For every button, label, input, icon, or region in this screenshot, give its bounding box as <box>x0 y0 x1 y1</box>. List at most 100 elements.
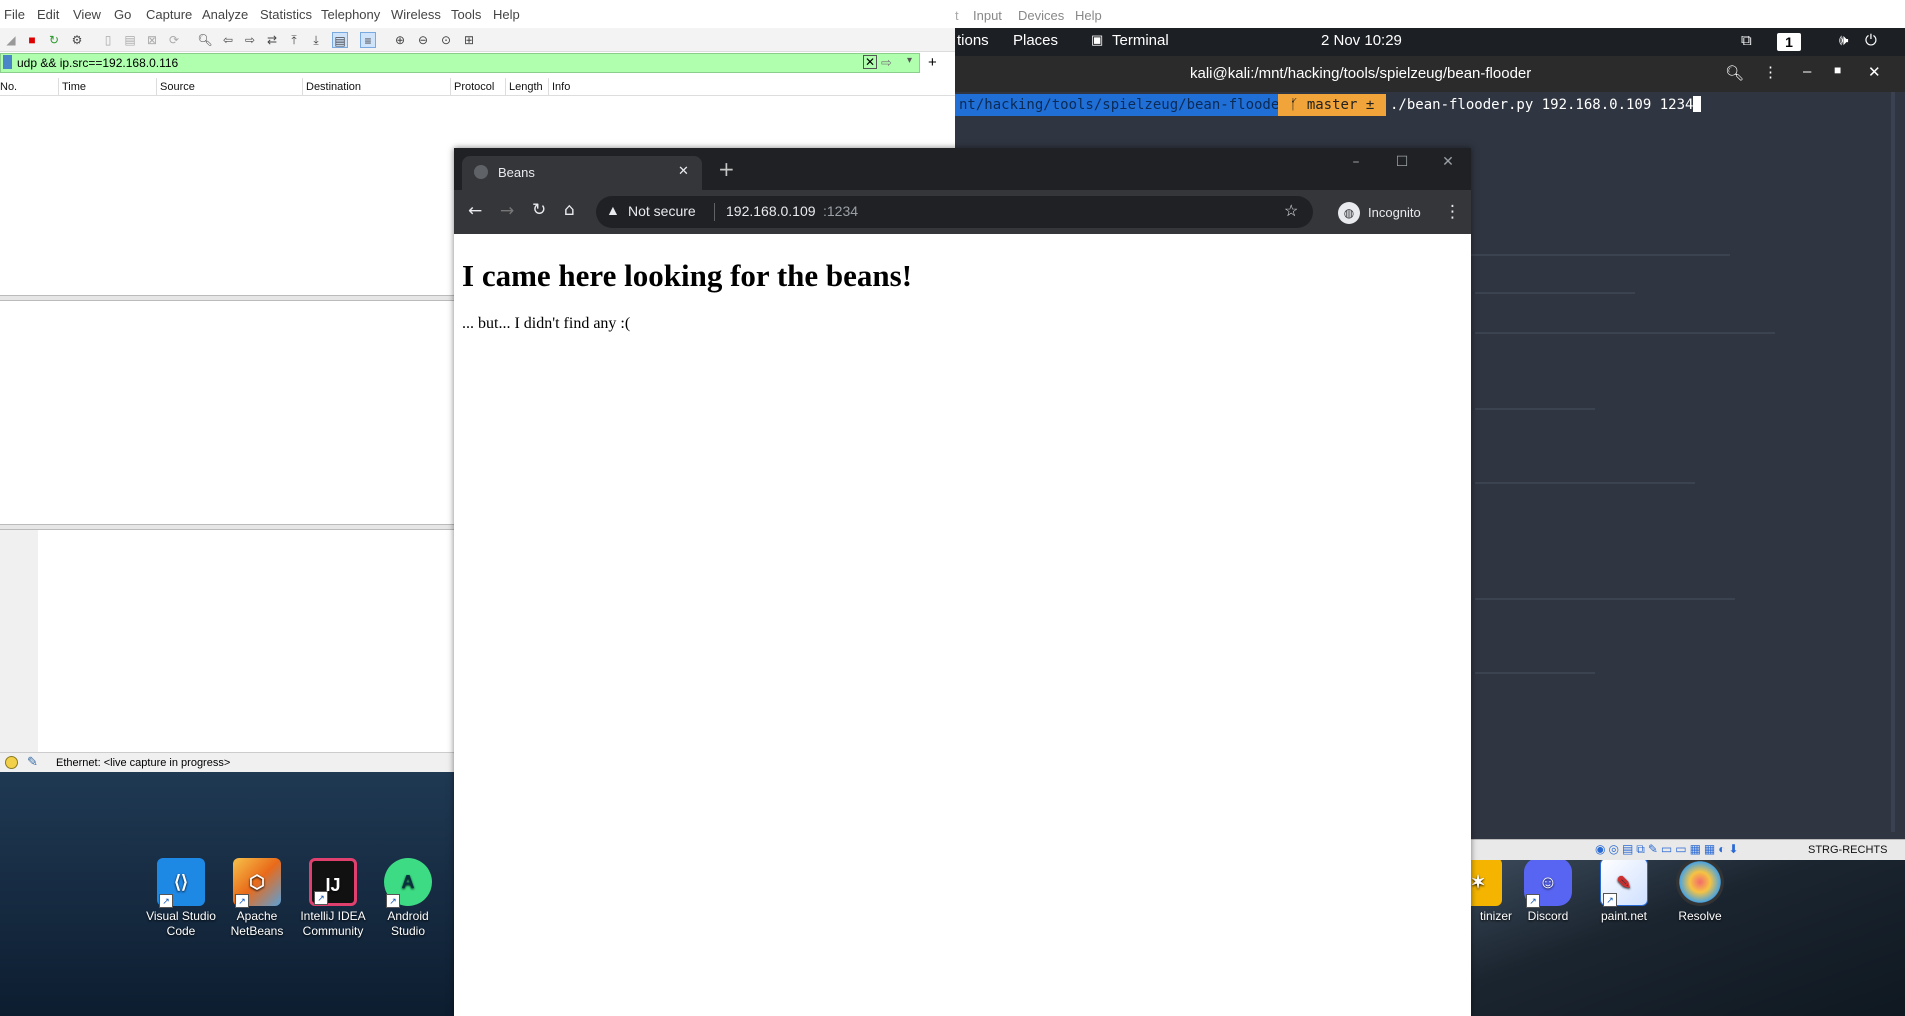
forward-icon[interactable]: → <box>500 201 514 221</box>
home-icon[interactable]: ⌂ <box>564 200 575 220</box>
zoom-reset-icon[interactable]: ⊙ <box>438 32 454 48</box>
desktop-icon-vscode[interactable]: ⟨⟩ ↗ Visual Studio Code <box>142 858 220 939</box>
menu-tools[interactable]: Tools <box>451 7 481 22</box>
column-no[interactable]: No. <box>0 81 17 93</box>
vm-host-key: STRG-RECHTS <box>1808 844 1888 856</box>
tab-close-icon[interactable]: ✕ <box>678 164 689 179</box>
packet-bytes[interactable] <box>0 530 455 752</box>
bookmark-star-icon[interactable]: ☆ <box>1284 201 1298 221</box>
expert-info-icon[interactable] <box>5 756 18 769</box>
tab-beans[interactable]: Beans ✕ <box>462 156 702 190</box>
resize-columns-icon[interactable]: ⊞ <box>461 32 477 48</box>
filter-dropdown-icon[interactable]: ▾ <box>907 55 912 66</box>
minimize-icon[interactable]: – <box>1333 148 1379 176</box>
paintnet-icon: ✎ ↗ <box>1600 858 1648 907</box>
desktop-icon-netbeans[interactable]: ⬡ ↗ Apache NetBeans <box>218 858 296 939</box>
places-menu[interactable]: Places <box>1013 32 1058 49</box>
desktop-icon-paintnet[interactable]: ✎ ↗ paint.net <box>1585 858 1663 924</box>
maximize-icon[interactable]: ■ <box>1834 63 1841 77</box>
incognito-icon: ◍ <box>1338 202 1360 224</box>
menu-file[interactable]: File <box>4 7 25 22</box>
go-back-icon[interactable]: ⇦ <box>220 32 236 48</box>
menu-statistics[interactable]: Statistics <box>260 7 312 22</box>
terminal-app-menu[interactable]: Terminal <box>1112 32 1169 49</box>
menu-edit[interactable]: Edit <box>37 7 59 22</box>
menu-view[interactable]: View <box>73 7 101 22</box>
colorize-icon[interactable]: ≡ <box>360 32 376 48</box>
menu-help[interactable]: Help <box>493 7 520 22</box>
find-packet-icon[interactable]: 🔍︎ <box>197 32 213 48</box>
terminal-command[interactable]: ./bean-flooder.py 192.168.0.109 1234 <box>1390 94 1702 116</box>
wireshark-statusbar: ✎ Ethernet: <live capture in progress> <box>0 752 455 772</box>
terminal-cursor <box>1693 96 1702 112</box>
desktop-icon-discord[interactable]: ☺ ↗ Discord <box>1509 858 1587 924</box>
vm-menu-devices[interactable]: Devices <box>1018 8 1064 23</box>
menu-telephony[interactable]: Telephony <box>321 7 380 22</box>
go-to-packet-icon[interactable]: ⇄ <box>264 32 280 48</box>
close-icon[interactable]: ✕ <box>1425 148 1471 176</box>
close-icon[interactable]: ✕ <box>1868 63 1881 81</box>
column-protocol[interactable]: Protocol <box>454 81 494 93</box>
clear-filter-icon[interactable]: ✕ <box>863 55 877 69</box>
menu-wireless[interactable]: Wireless <box>391 7 441 22</box>
restart-capture-icon[interactable]: ↻ <box>46 32 62 48</box>
desktop-icon-android-studio[interactable]: A ↗ Android Studio <box>369 858 447 939</box>
go-forward-icon[interactable]: ⇨ <box>242 32 258 48</box>
incognito-label[interactable]: Incognito <box>1368 205 1421 220</box>
url-host: 192.168.0.109 <box>726 203 816 219</box>
zoom-in-icon[interactable]: ⊕ <box>392 32 408 48</box>
menu-capture[interactable]: Capture <box>146 7 192 22</box>
capture-comment-icon[interactable]: ✎ <box>27 754 38 770</box>
column-destination[interactable]: Destination <box>306 81 361 93</box>
bookmark-icon[interactable] <box>3 55 12 69</box>
packet-list-header: No. Time Source Destination Protocol Len… <box>0 78 955 96</box>
packet-details[interactable] <box>0 301 455 525</box>
minimize-icon[interactable]: – <box>1803 63 1811 80</box>
page-content: I came here looking for the beans! ... b… <box>454 234 1471 1016</box>
reload-icon[interactable]: ↻ <box>532 200 546 220</box>
menu-analyze[interactable]: Analyze <box>202 7 248 22</box>
back-icon[interactable]: ← <box>468 201 482 221</box>
column-source[interactable]: Source <box>160 81 195 93</box>
workspace-indicator[interactable]: 1 <box>1777 33 1801 51</box>
first-packet-icon[interactable]: ⤒ <box>286 32 302 48</box>
power-icon[interactable]: ⏻ <box>1865 32 1877 49</box>
menu-dots-icon[interactable]: ⋮ <box>1763 63 1778 81</box>
column-length[interactable]: Length <box>509 81 543 93</box>
shark-fin-icon[interactable]: ◢ <box>3 32 19 48</box>
prompt-branch: ᚶ master ± <box>1278 94 1387 116</box>
reload-icon[interactable]: ⟳ <box>166 32 182 48</box>
maximize-icon[interactable]: ☐ <box>1379 148 1425 176</box>
vm-menu-help[interactable]: Help <box>1075 8 1102 23</box>
last-packet-icon[interactable]: ⤓ <box>308 32 324 48</box>
autoscroll-icon[interactable]: ▤ <box>332 32 348 48</box>
display-filter-input[interactable] <box>17 55 857 71</box>
terminal-scrollbar[interactable] <box>1891 92 1895 832</box>
chrome-menu-icon[interactable]: ⋮ <box>1444 202 1461 222</box>
desktop-icon-label: Visual Studio <box>146 909 216 923</box>
network-icon: ⧉ <box>1741 32 1752 49</box>
vm-menu-input[interactable]: Input <box>973 8 1002 23</box>
column-info[interactable]: Info <box>552 81 570 93</box>
security-label[interactable]: Not secure <box>628 203 696 219</box>
address-bar[interactable]: ▲ Not secure 192.168.0.109 :1234 ☆ <box>596 196 1313 228</box>
menu-go[interactable]: Go <box>114 7 131 22</box>
close-file-icon[interactable]: ⊠ <box>144 32 160 48</box>
search-icon[interactable]: 🔍︎ <box>1725 64 1744 82</box>
zoom-out-icon[interactable]: ⊖ <box>415 32 431 48</box>
desktop-icon-resolve[interactable]: Resolve <box>1661 858 1739 924</box>
column-time[interactable]: Time <box>62 81 86 93</box>
add-filter-button[interactable]: + <box>928 53 937 73</box>
open-file-icon[interactable]: ▯ <box>100 32 116 48</box>
volume-icon[interactable]: 🕪 <box>1839 32 1848 49</box>
apply-filter-icon[interactable]: ⇨ <box>881 55 892 71</box>
desktop-icon-intellij[interactable]: IJ ↗ IntelliJ IDEA Community <box>294 858 372 939</box>
bytes-gutter <box>0 530 38 752</box>
applications-menu[interactable]: tions <box>957 32 989 49</box>
save-file-icon[interactable]: ▤ <box>122 32 138 48</box>
clock[interactable]: 2 Nov 10:29 <box>1321 32 1402 49</box>
page-heading: I came here looking for the beans! <box>462 258 913 293</box>
stop-capture-icon[interactable]: ■ <box>24 32 40 48</box>
new-tab-button[interactable]: + <box>718 157 735 181</box>
capture-options-icon[interactable]: ⚙ <box>69 32 85 48</box>
